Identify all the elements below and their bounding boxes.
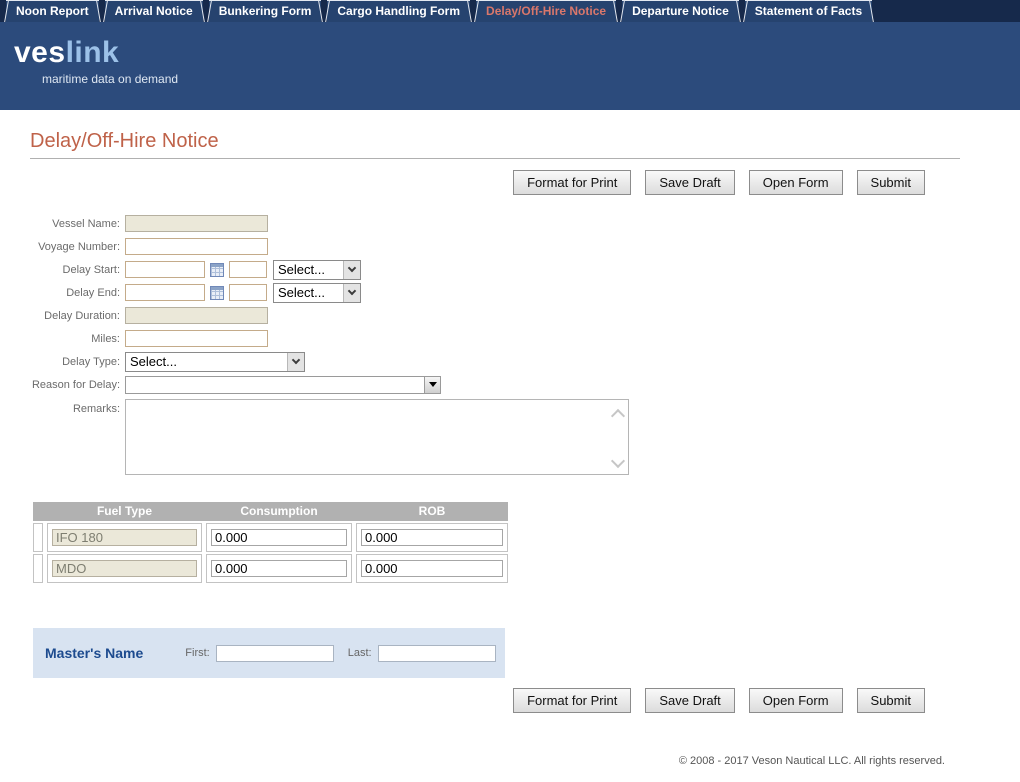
logo-text-ves: ves bbox=[14, 36, 66, 69]
delay-end-zone-select[interactable]: Select... bbox=[273, 283, 361, 303]
chevron-down-icon bbox=[343, 284, 360, 302]
tab-delay-off-hire-notice[interactable]: Delay/Off-Hire Notice bbox=[476, 0, 616, 22]
consumption-header: Consumption bbox=[206, 504, 352, 518]
veslink-logo: veslink bbox=[14, 36, 1020, 70]
chevron-down-icon bbox=[287, 353, 304, 371]
open-form-button[interactable]: Open Form bbox=[749, 170, 843, 195]
vessel-name-field bbox=[125, 215, 268, 232]
format-for-print-button[interactable]: Format for Print bbox=[513, 688, 631, 713]
delay-type-select[interactable]: Select... bbox=[125, 352, 305, 372]
format-for-print-button[interactable]: Format for Print bbox=[513, 170, 631, 195]
tab-departure-notice[interactable]: Departure Notice bbox=[622, 0, 739, 22]
delay-type-label: Delay Type: bbox=[30, 356, 125, 368]
delay-start-time-field[interactable] bbox=[229, 261, 267, 278]
logo-tagline: maritime data on demand bbox=[42, 72, 1020, 86]
toolbar-bottom: Format for Print Save Draft Open Form Su… bbox=[30, 688, 925, 713]
tab-bunkering-form[interactable]: Bunkering Form bbox=[209, 0, 322, 22]
tab-arrival-notice[interactable]: Arrival Notice bbox=[105, 0, 203, 22]
consumption-field[interactable] bbox=[211, 560, 347, 577]
tab-cargo-handling-form[interactable]: Cargo Handling Form bbox=[327, 0, 470, 22]
delay-type-value: Select... bbox=[130, 354, 177, 369]
chevron-down-icon bbox=[343, 261, 360, 279]
rob-header: ROB bbox=[356, 504, 508, 518]
calendar-icon[interactable] bbox=[210, 263, 224, 277]
last-name-label: Last: bbox=[348, 647, 372, 659]
miles-field[interactable] bbox=[125, 330, 268, 347]
rob-cell bbox=[356, 554, 508, 583]
reason-for-delay-combobox[interactable] bbox=[125, 376, 441, 394]
fuel-type-cell bbox=[47, 523, 202, 552]
fuel-type-cell bbox=[47, 554, 202, 583]
last-name-field[interactable] bbox=[378, 645, 496, 662]
first-name-field[interactable] bbox=[216, 645, 334, 662]
miles-label: Miles: bbox=[30, 333, 125, 345]
delay-end-date-field[interactable] bbox=[125, 284, 205, 301]
toolbar-top: Format for Print Save Draft Open Form Su… bbox=[30, 170, 925, 195]
save-draft-button[interactable]: Save Draft bbox=[645, 688, 734, 713]
remarks-label: Remarks: bbox=[30, 399, 125, 415]
row-handle-cell bbox=[33, 523, 43, 552]
delay-form: Vessel Name: Voyage Number: Delay Start:… bbox=[30, 212, 960, 480]
page-title: Delay/Off-Hire Notice bbox=[30, 130, 960, 159]
submit-button[interactable]: Submit bbox=[857, 688, 925, 713]
consumption-cell bbox=[206, 523, 352, 552]
delay-start-zone-select[interactable]: Select... bbox=[273, 260, 361, 280]
table-row bbox=[33, 554, 508, 583]
delay-duration-field bbox=[125, 307, 268, 324]
reason-for-delay-label: Reason for Delay: bbox=[30, 379, 125, 391]
fuel-type-field bbox=[52, 529, 197, 546]
delay-duration-label: Delay Duration: bbox=[30, 310, 125, 322]
first-name-label: First: bbox=[185, 647, 209, 659]
rob-field[interactable] bbox=[361, 560, 503, 577]
masters-name-title: Master's Name bbox=[45, 645, 143, 661]
tab-noon-report[interactable]: Noon Report bbox=[6, 0, 99, 22]
save-draft-button[interactable]: Save Draft bbox=[645, 170, 734, 195]
form-tabs: Noon Report Arrival Notice Bunkering For… bbox=[0, 0, 1020, 22]
logo-text-link: link bbox=[66, 36, 120, 69]
calendar-icon[interactable] bbox=[210, 286, 224, 300]
masters-name-panel: Master's Name First: Last: bbox=[33, 628, 505, 678]
submit-button[interactable]: Submit bbox=[857, 170, 925, 195]
spacer-cell bbox=[33, 504, 43, 518]
dropdown-arrow-icon[interactable] bbox=[424, 377, 440, 393]
delay-end-label: Delay End: bbox=[30, 287, 125, 299]
copyright-text: © 2008 - 2017 Veson Nautical LLC. All ri… bbox=[30, 755, 945, 767]
delay-start-label: Delay Start: bbox=[30, 264, 125, 276]
table-row bbox=[33, 523, 508, 552]
vessel-name-label: Vessel Name: bbox=[30, 218, 125, 230]
row-handle-cell bbox=[33, 554, 43, 583]
fuel-type-field bbox=[52, 560, 197, 577]
remarks-textarea[interactable] bbox=[125, 399, 629, 475]
rob-cell bbox=[356, 523, 508, 552]
fuel-table: Fuel Type Consumption ROB bbox=[33, 502, 508, 583]
consumption-cell bbox=[206, 554, 352, 583]
delay-end-time-field[interactable] bbox=[229, 284, 267, 301]
rob-field[interactable] bbox=[361, 529, 503, 546]
delay-start-zone-value: Select... bbox=[278, 262, 325, 277]
voyage-number-label: Voyage Number: bbox=[30, 241, 125, 253]
fuel-type-header: Fuel Type bbox=[47, 504, 202, 518]
header-banner: veslink maritime data on demand bbox=[0, 22, 1020, 110]
delay-end-zone-value: Select... bbox=[278, 285, 325, 300]
tab-statement-of-facts[interactable]: Statement of Facts bbox=[745, 0, 872, 22]
voyage-number-field[interactable] bbox=[125, 238, 268, 255]
consumption-field[interactable] bbox=[211, 529, 347, 546]
delay-start-date-field[interactable] bbox=[125, 261, 205, 278]
open-form-button[interactable]: Open Form bbox=[749, 688, 843, 713]
remarks-container bbox=[125, 399, 629, 480]
fuel-table-header: Fuel Type Consumption ROB bbox=[33, 502, 508, 521]
